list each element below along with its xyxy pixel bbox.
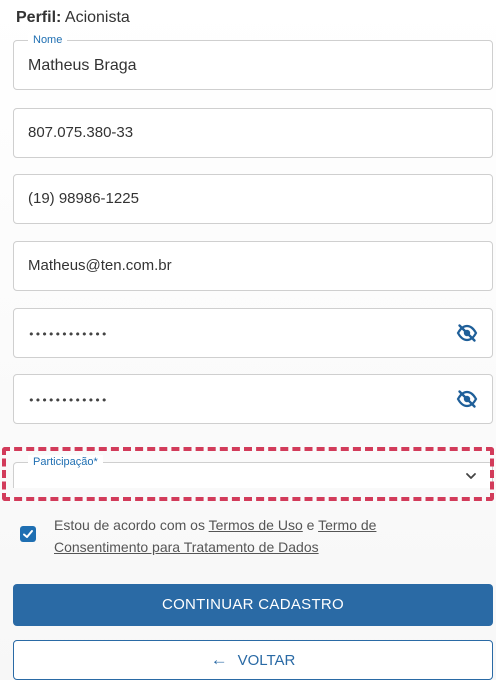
arrow-left-icon: ← — [210, 650, 228, 669]
phone-field[interactable]: (19) 98986-1225 — [13, 174, 493, 224]
password-confirm-value: •••••••••••• — [28, 394, 108, 407]
name-value: Matheus Braga — [28, 57, 137, 74]
password-value: •••••••••••• — [28, 328, 108, 341]
agreement-checkbox[interactable] — [20, 526, 36, 542]
phone-value: (19) 98986-1225 — [28, 190, 139, 207]
chevron-down-icon[interactable] — [464, 469, 478, 483]
agreement-connector: e — [302, 517, 319, 533]
agreement-prefix: Estou de acordo com os — [54, 517, 209, 533]
terms-of-use-link[interactable]: Termos de Uso — [209, 517, 303, 533]
cpf-field[interactable]: 807.075.380-33 — [13, 108, 493, 158]
cpf-value: 807.075.380-33 — [28, 124, 134, 141]
participation-select[interactable]: Participação* — [13, 455, 493, 488]
continue-registration-button[interactable]: CONTINUAR CADASTRO — [13, 584, 493, 626]
registration-page: Perfil: Acionista Nome Matheus Braga 807… — [0, 0, 496, 680]
agreement-row: Estou de acordo com os Termos de Uso e T… — [14, 514, 484, 558]
back-button[interactable]: ← VOLTAR — [13, 640, 493, 680]
password-confirm-field[interactable]: •••••••••••• — [13, 374, 493, 424]
agreement-text: Estou de acordo com os Termos de Uso e T… — [54, 514, 474, 558]
profile-line: Perfil: Acionista — [16, 8, 130, 28]
email-field[interactable]: Matheus@ten.com.br — [13, 241, 493, 291]
eye-off-icon[interactable] — [456, 389, 478, 409]
participation-label: Participação* — [28, 455, 103, 469]
password-field[interactable]: •••••••••••• — [13, 308, 493, 358]
name-field[interactable]: Nome Matheus Braga — [13, 33, 493, 90]
name-label: Nome — [28, 33, 68, 47]
eye-off-icon[interactable] — [456, 323, 478, 343]
email-value: Matheus@ten.com.br — [28, 257, 172, 274]
profile-value: Acionista — [64, 9, 130, 26]
profile-label: Perfil: — [16, 9, 62, 26]
back-button-label: VOLTAR — [237, 652, 296, 669]
